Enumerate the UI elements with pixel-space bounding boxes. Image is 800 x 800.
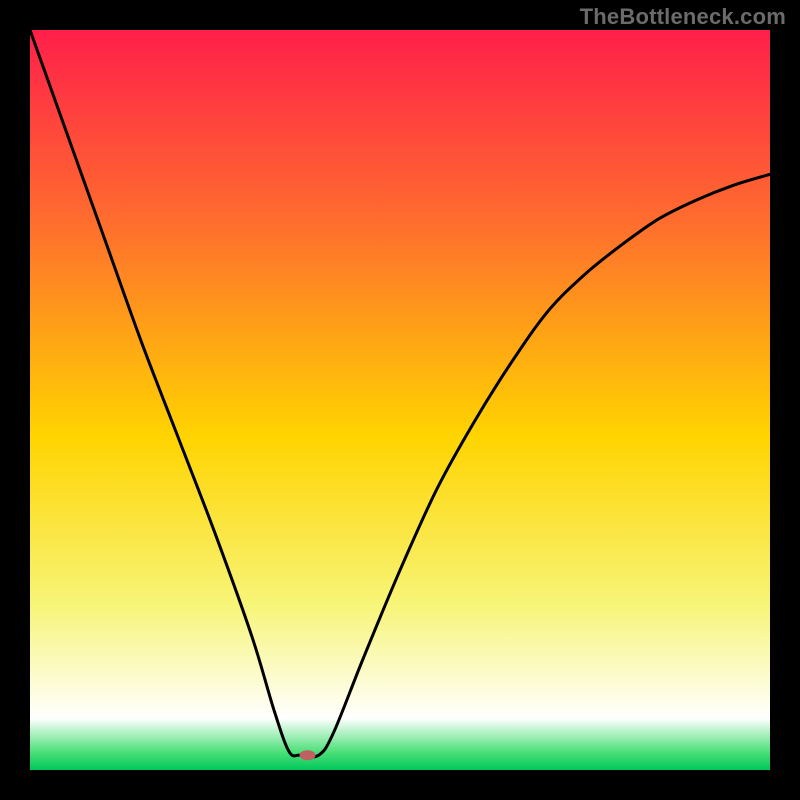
gradient-background (30, 30, 770, 770)
watermark-text: TheBottleneck.com (580, 4, 786, 30)
chart-frame: TheBottleneck.com (0, 0, 800, 800)
chart-svg (30, 30, 770, 770)
plot-area (30, 30, 770, 770)
optimal-point-marker (300, 750, 316, 760)
